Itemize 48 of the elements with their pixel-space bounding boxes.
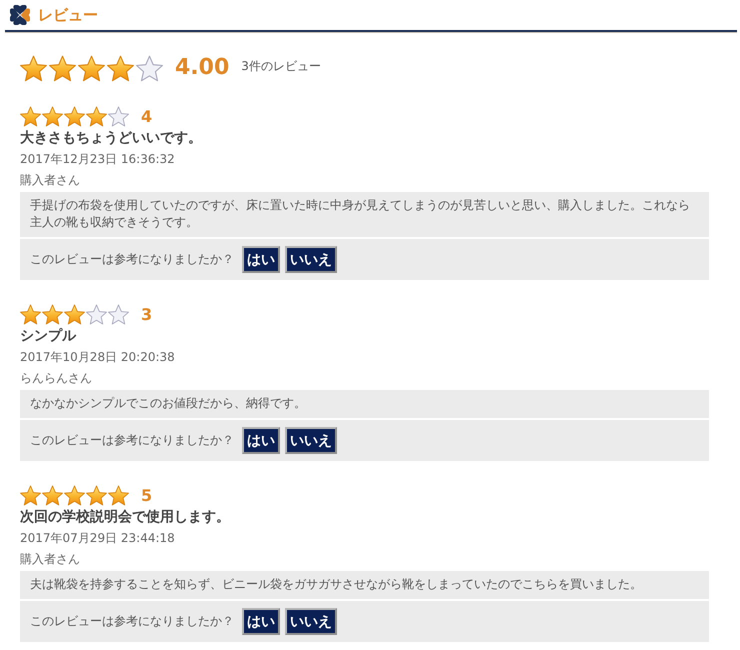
vote-button[interactable]: いいえ xyxy=(285,427,337,454)
star-icon xyxy=(86,106,107,127)
helpful-question: このレビューは参考になりましたか？ xyxy=(30,432,234,449)
star-icon xyxy=(42,106,63,127)
star-icon xyxy=(64,485,85,506)
star-icon xyxy=(108,485,129,506)
rating-score: 5 xyxy=(141,486,152,505)
review-comment: 夫は靴袋を持参することを知らず、ビニール袋をガサガサさせながら靴をしまっていたのでこちらを買いました。 xyxy=(20,571,709,599)
star-outline-icon xyxy=(108,106,129,127)
vote-button[interactable]: いいえ xyxy=(285,246,337,273)
rating-score: 3 xyxy=(141,305,152,324)
helpful-question: このレビューは参考になりましたか？ xyxy=(30,613,234,630)
review-date: 2017年10月28日 20:20:38 xyxy=(20,349,176,366)
rating-score: 4 xyxy=(141,107,152,126)
star-icon xyxy=(64,304,85,325)
helpful-question: このレビューは参考になりましたか？ xyxy=(30,251,234,268)
review-comment: なかなかシンプルでこのお値段だから、納得です。 xyxy=(20,390,709,418)
vote-button[interactable]: はい xyxy=(242,608,280,635)
star-icon xyxy=(20,54,47,82)
star-outline-icon xyxy=(86,304,107,325)
vote-button[interactable]: いいえ xyxy=(285,608,337,635)
vote-button[interactable]: はい xyxy=(242,427,280,454)
star-icon xyxy=(42,485,63,506)
star-icon xyxy=(107,54,134,82)
reviewer-name: 購入者さん xyxy=(20,172,81,189)
reviewer-name: 購入者さん xyxy=(20,551,81,568)
star-icon xyxy=(20,304,41,325)
star-icon xyxy=(20,485,41,506)
review-comment: 手提げの布袋を使用していたのですが、床に置いた時に中身が見えてしまうのが見苦しいと思い、購入しました。これなら主人の靴も収納できそうです。 xyxy=(20,192,709,237)
star-icon xyxy=(42,304,63,325)
star-icon xyxy=(49,54,76,82)
star-icon xyxy=(64,106,85,127)
star-outline-icon xyxy=(108,304,129,325)
star-icon xyxy=(86,485,107,506)
review-title: シンプル xyxy=(20,327,78,346)
star-icon xyxy=(20,106,41,127)
review-date: 2017年07月29日 23:44:18 xyxy=(20,530,176,547)
star-outline-icon xyxy=(136,54,163,82)
review-date: 2017年12月23日 16:36:32 xyxy=(20,151,176,168)
section-title: レビュー xyxy=(38,6,98,24)
review-count: 3件のレビュー xyxy=(241,58,321,74)
average-score: 4.00 xyxy=(175,54,230,82)
review-title: 大きさもちょうどいいです。 xyxy=(20,129,203,148)
star-icon xyxy=(78,54,105,82)
vote-button[interactable]: はい xyxy=(242,246,280,273)
review-title: 次回の学校説明会で使用します。 xyxy=(20,508,231,527)
reviewer-name: らんらんさん xyxy=(20,370,93,387)
clover-logo-icon xyxy=(10,5,30,25)
